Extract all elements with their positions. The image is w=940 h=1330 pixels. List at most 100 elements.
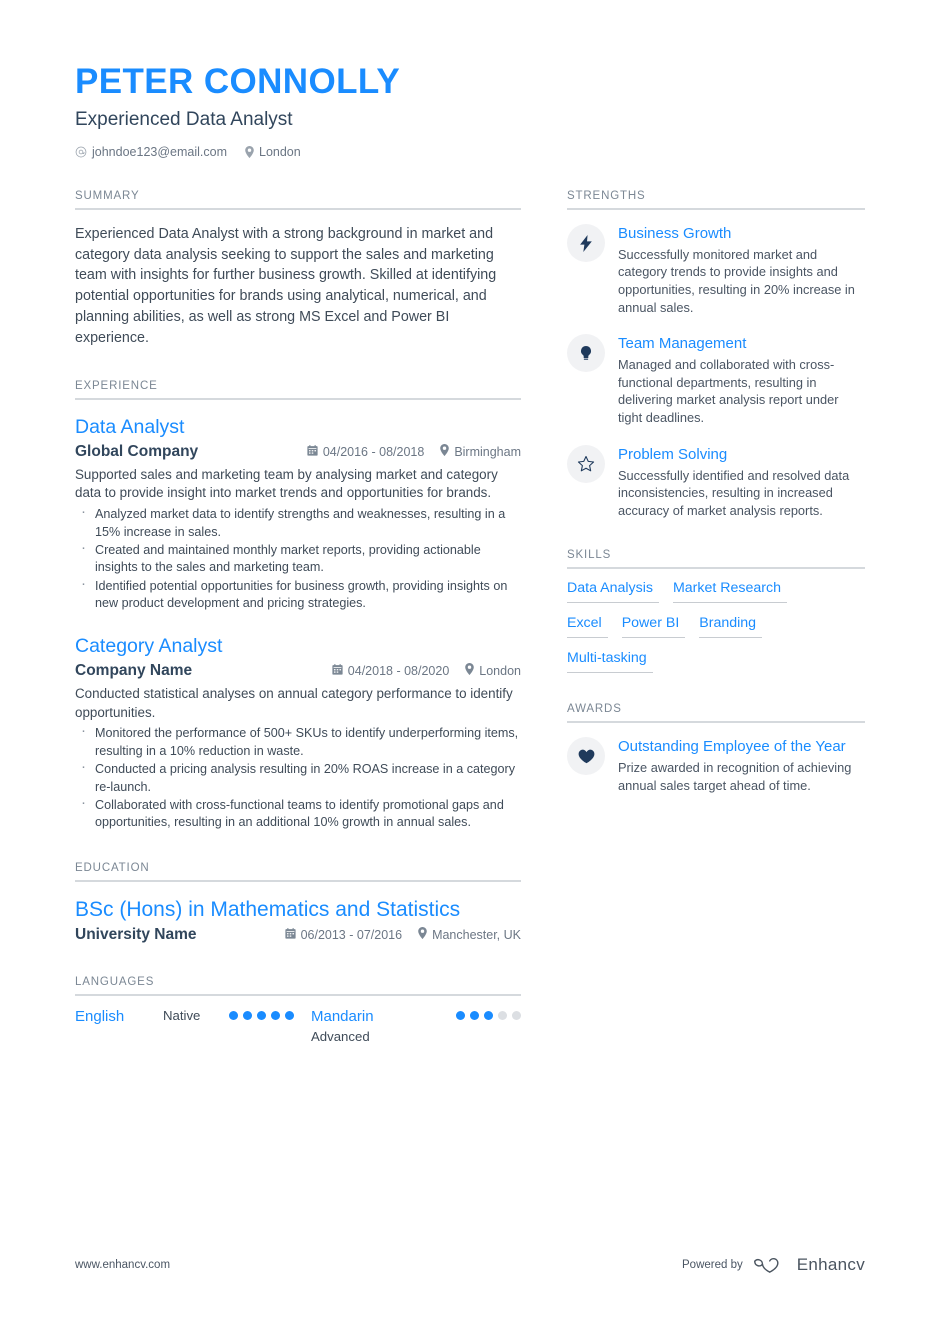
rating-dot bbox=[456, 1010, 465, 1020]
experience-entry: Data Analyst Global Company 04/2016 - 08… bbox=[75, 415, 521, 612]
experience-subrow: Company Name 04/2018 - 08/2020 London bbox=[75, 662, 521, 680]
enhancv-logo-icon bbox=[753, 1253, 787, 1276]
heart-icon bbox=[567, 737, 605, 776]
education-organization: University Name bbox=[75, 925, 197, 943]
lightning-bolt-icon bbox=[567, 224, 605, 262]
experience-subrow: Global Company 04/2016 - 08/2018 Birming… bbox=[75, 443, 521, 461]
skill-tag[interactable]: Market Research bbox=[672, 580, 787, 604]
education-subrow: University Name 06/2013 - 07/2016 Manche… bbox=[75, 926, 521, 944]
experience-description: Supported sales and marketing team by an… bbox=[75, 466, 498, 501]
experience-bullets: Analyzed market data to identify strengt… bbox=[75, 502, 521, 613]
education-location-text: Manchester, UK bbox=[432, 927, 521, 942]
contact-email-text: johndoe123@email.com bbox=[92, 144, 227, 159]
experience-dates-text: 04/2018 - 08/2020 bbox=[347, 663, 450, 678]
education-degree: BSc (Hons) in Mathematics and Statistics bbox=[75, 897, 461, 921]
map-pin-icon bbox=[245, 145, 254, 158]
languages-grid: English Native Mandarin Advanced bbox=[75, 1008, 521, 1045]
section-divider bbox=[567, 208, 865, 210]
experience-title: Category Analyst bbox=[75, 635, 223, 658]
experience-organization: Global Company bbox=[75, 442, 199, 460]
section-heading-experience: EXPERIENCE bbox=[75, 380, 158, 393]
rating-dot bbox=[470, 1010, 479, 1020]
bullet-item: Identified potential opportunities for b… bbox=[75, 574, 521, 613]
bullet-item: Created and maintained monthly market re… bbox=[75, 538, 521, 577]
language-item: English Native bbox=[75, 1008, 311, 1045]
experience-dates: 04/2016 - 08/2018 bbox=[307, 444, 424, 459]
rating-dot bbox=[484, 1010, 493, 1020]
experience-meta: 04/2018 - 08/2020 London bbox=[332, 663, 521, 678]
experience-bullets: Monitored the performance of 500+ SKUs t… bbox=[75, 721, 521, 831]
section-awards: AWARDS Outstanding Employee of the Year … bbox=[567, 703, 865, 794]
experience-entry: Category Analyst Company Name 04/2018 - … bbox=[75, 634, 521, 831]
contact-location-text: London bbox=[259, 144, 301, 159]
section-divider bbox=[75, 879, 521, 882]
calendar-icon bbox=[307, 444, 318, 459]
map-pin-icon bbox=[440, 444, 450, 459]
strength-item: Problem Solving Successfully identified … bbox=[567, 444, 865, 520]
resume-footer: www.enhancv.com Powered by Enhancv bbox=[75, 1253, 865, 1276]
language-name: English bbox=[75, 1007, 125, 1025]
contact-location: London bbox=[245, 145, 301, 159]
section-divider bbox=[567, 721, 865, 724]
language-level: Advanced bbox=[311, 1028, 370, 1044]
section-heading-languages: LANGUAGES bbox=[75, 975, 155, 988]
footer-website[interactable]: www.enhancv.com bbox=[75, 1259, 170, 1271]
education-meta: 06/2013 - 07/2016 Manchester, UK bbox=[284, 927, 521, 942]
strength-item: Business Growth Successfully monitored m… bbox=[567, 224, 865, 316]
skill-tag[interactable]: Data Analysis bbox=[567, 580, 659, 604]
section-heading-strengths: STRENGTHS bbox=[567, 190, 646, 202]
rating-dot bbox=[512, 1010, 521, 1020]
education-dates: 06/2013 - 07/2016 bbox=[284, 927, 403, 942]
experience-location: Birmingham bbox=[440, 444, 521, 459]
contact-row: johndoe123@email.com London bbox=[75, 145, 865, 159]
skills-row: Excel Power BI Branding bbox=[567, 615, 865, 639]
strength-name: Team Management bbox=[618, 335, 747, 353]
calendar-icon bbox=[332, 663, 343, 678]
brand-name: Enhancv bbox=[796, 1254, 865, 1274]
skills-row: Multi-tasking bbox=[567, 650, 865, 674]
education-location: Manchester, UK bbox=[418, 927, 521, 942]
skill-tag[interactable]: Power BI bbox=[621, 615, 686, 639]
skill-tag[interactable]: Branding bbox=[699, 615, 763, 639]
education-dates-text: 06/2013 - 07/2016 bbox=[300, 927, 403, 942]
map-pin-icon bbox=[465, 663, 475, 678]
map-pin-icon bbox=[418, 927, 427, 942]
experience-title: Data Analyst bbox=[75, 416, 185, 439]
rating-dot bbox=[498, 1010, 507, 1020]
section-strengths: STRENGTHS Business Growth Successfully m… bbox=[567, 190, 865, 519]
language-rating-dots bbox=[456, 1010, 521, 1020]
experience-location-text: Birmingham bbox=[454, 444, 521, 459]
language-level: Native bbox=[163, 1007, 201, 1023]
right-column: STRENGTHS Business Growth Successfully m… bbox=[567, 190, 865, 795]
skills-list: Data Analysis Market Research Excel Powe… bbox=[567, 580, 865, 674]
resume-header: PETER CONNOLLY Experienced Data Analyst … bbox=[75, 62, 865, 159]
strength-description: Managed and collaborated with cross-func… bbox=[618, 357, 839, 426]
section-heading-summary: SUMMARY bbox=[75, 190, 140, 202]
section-divider bbox=[567, 567, 865, 570]
rating-dot bbox=[271, 1010, 280, 1020]
calendar-icon bbox=[284, 927, 296, 942]
summary-text: Experienced Data Analyst with a strong b… bbox=[75, 226, 497, 346]
rating-dot bbox=[229, 1010, 238, 1020]
strength-name: Problem Solving bbox=[618, 445, 728, 463]
language-name: Mandarin bbox=[311, 1007, 374, 1025]
skill-tag[interactable]: Multi-tasking bbox=[567, 650, 653, 674]
contact-email[interactable]: johndoe123@email.com bbox=[75, 145, 227, 159]
bullet-item: Analyzed market data to identify strengt… bbox=[75, 502, 521, 541]
language-rating-dots bbox=[229, 1010, 294, 1020]
section-divider bbox=[75, 993, 521, 996]
award-item: Outstanding Employee of the Year Prize a… bbox=[567, 737, 865, 794]
strength-description: Successfully identified and resolved dat… bbox=[618, 467, 850, 518]
candidate-job-title: Experienced Data Analyst bbox=[75, 108, 293, 130]
footer-branding: Powered by Enhancv bbox=[682, 1253, 865, 1276]
skill-tag[interactable]: Excel bbox=[567, 615, 608, 639]
language-item: Mandarin Advanced bbox=[311, 1008, 521, 1045]
candidate-name: PETER CONNOLLY bbox=[75, 62, 401, 101]
experience-meta: 04/2016 - 08/2018 Birmingham bbox=[307, 444, 521, 459]
section-divider bbox=[75, 208, 521, 210]
experience-organization: Company Name bbox=[75, 661, 193, 679]
strength-name: Business Growth bbox=[618, 225, 732, 242]
experience-location: London bbox=[465, 663, 521, 678]
at-sign-icon bbox=[75, 146, 87, 158]
section-experience: EXPERIENCE Data Analyst Global Company 0… bbox=[75, 380, 521, 831]
